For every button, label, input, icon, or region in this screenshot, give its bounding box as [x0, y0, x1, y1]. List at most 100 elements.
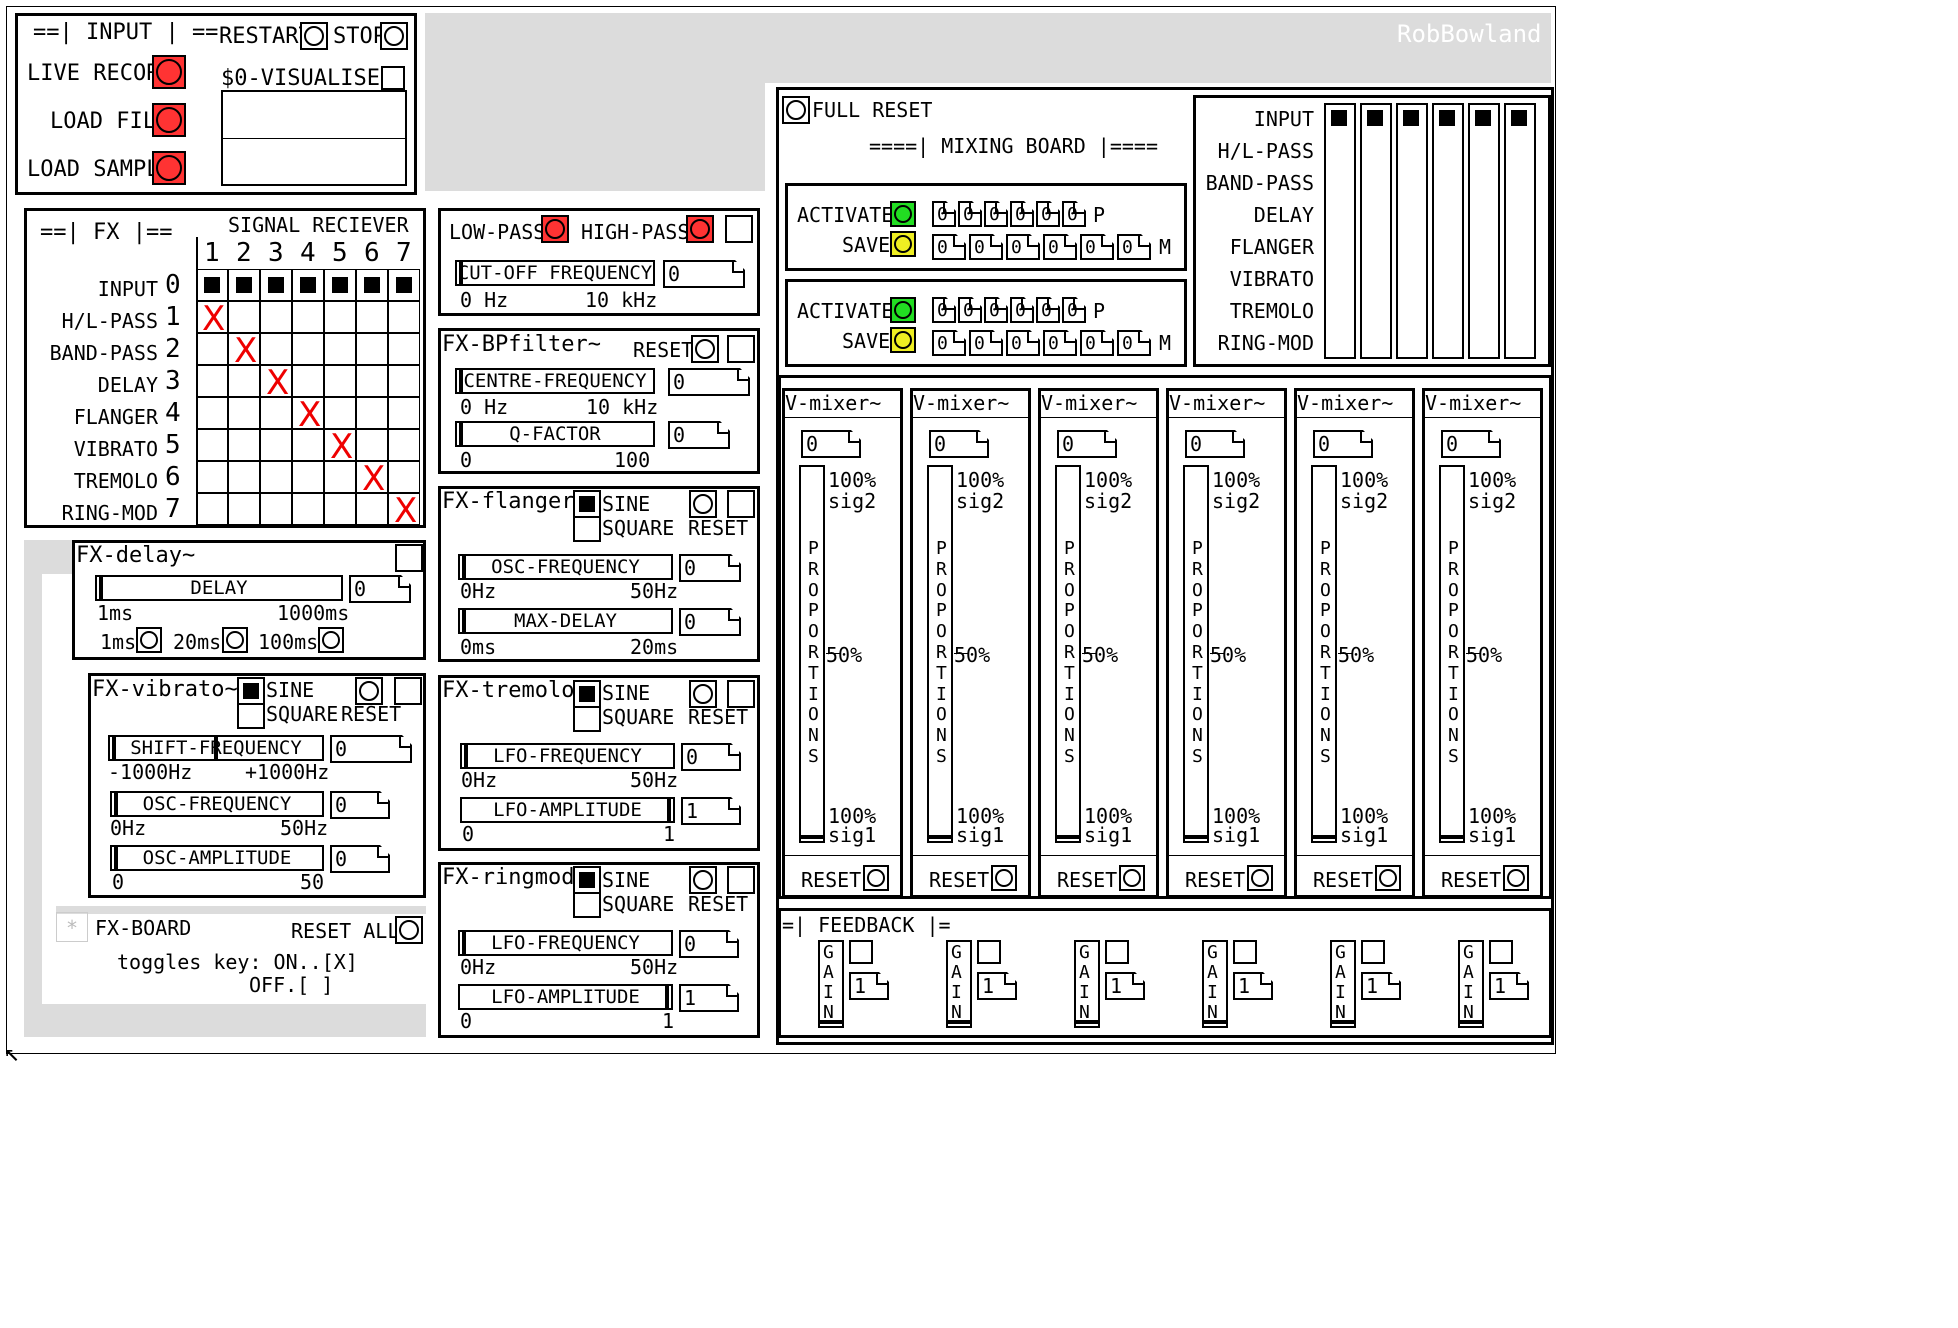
stop-button[interactable] [380, 22, 408, 50]
vibrato-wave-radio[interactable] [237, 677, 265, 729]
delay-preset-1-button[interactable] [136, 627, 162, 653]
vibrato-osc-f-number[interactable]: 0 [330, 791, 390, 819]
v-mixer-reset-button[interactable] [991, 865, 1017, 891]
routing-column[interactable] [1504, 103, 1536, 359]
feedback-toggle[interactable] [1489, 940, 1513, 964]
centre-frequency-slider[interactable]: CENTRE-FREQUENCY [455, 368, 655, 394]
delay-number[interactable]: 0 [349, 575, 411, 603]
feedback-toggle[interactable] [977, 940, 1001, 964]
cutoff-number[interactable]: 0 [663, 260, 745, 288]
q-factor-slider[interactable]: Q-FACTOR [455, 421, 655, 447]
restart-button[interactable] [300, 22, 328, 50]
cutoff-slider[interactable]: CUT-OFF FREQUENCY [455, 260, 655, 286]
flanger-delay-slider[interactable]: MAX-DELAY [458, 608, 673, 634]
feedback-toggle[interactable] [849, 940, 873, 964]
tremolo-lfo-amplitude-slider[interactable]: LFO-AMPLITUDE [460, 797, 675, 823]
proportions-letter: O [1320, 579, 1331, 601]
routing-column[interactable] [1468, 103, 1500, 359]
vibrato-osc-amplitude-slider[interactable]: OSC-AMPLITUDE [110, 845, 324, 871]
tremolo-lfo-f-number[interactable]: 0 [681, 743, 741, 771]
v-mixer-number[interactable]: 0 [929, 430, 989, 458]
delay-slider[interactable]: DELAY [95, 575, 343, 601]
ringmod-reset-button[interactable] [689, 866, 717, 894]
top-sig-label: sig2 [956, 489, 1005, 513]
tremolo-lfo-a-number[interactable]: 1 [681, 797, 741, 825]
ringmod-lfo-f-number[interactable]: 0 [679, 930, 739, 958]
live-record-button[interactable] [152, 55, 186, 89]
proportions-letter: S [1320, 746, 1331, 767]
v-mixer-number[interactable]: 0 [801, 430, 861, 458]
v-mixer-reset-button[interactable] [1503, 865, 1529, 891]
flanger-reset-button[interactable] [689, 490, 717, 518]
reset-all-button[interactable] [395, 916, 423, 944]
save-button[interactable] [890, 231, 916, 257]
save-button[interactable] [890, 327, 916, 353]
vibrato-osc-a-number[interactable]: 0 [330, 845, 390, 873]
low-pass-button[interactable] [541, 215, 569, 243]
v-mixer-footer-line [1425, 855, 1540, 856]
flanger-toggle[interactable] [727, 490, 755, 518]
proportions-letter: O [1192, 621, 1203, 643]
routing-column[interactable] [1396, 103, 1428, 359]
tremolo-wave-radio[interactable] [573, 680, 601, 732]
feedback-number[interactable]: 1 [977, 972, 1017, 1000]
feedback-number[interactable]: 1 [1489, 972, 1529, 1000]
pass-toggle[interactable] [725, 215, 753, 243]
feedback-number[interactable]: 1 [1105, 972, 1145, 1000]
vibrato-osc-frequency-slider[interactable]: OSC-FREQUENCY [110, 791, 324, 817]
v-mixer-reset-button[interactable] [863, 865, 889, 891]
visualiser-toggle[interactable] [381, 66, 405, 90]
feedback-number[interactable]: 1 [1233, 972, 1273, 1000]
activate-button[interactable] [890, 201, 916, 227]
tremolo-reset-button[interactable] [689, 680, 717, 708]
feedback-number[interactable]: 1 [849, 972, 889, 1000]
bp-toggle[interactable] [727, 335, 755, 363]
vibrato-toggle[interactable] [394, 677, 422, 705]
feedback-toggle[interactable] [1233, 940, 1257, 964]
routing-column[interactable] [1324, 103, 1356, 359]
v-mixer-number[interactable]: 0 [1313, 430, 1373, 458]
shift-number[interactable]: 0 [330, 735, 412, 763]
ringmod-lfo-amplitude-slider[interactable]: LFO-AMPLITUDE [458, 984, 673, 1010]
v-mixer-reset-button[interactable] [1375, 865, 1401, 891]
v-mixer-reset-button[interactable] [1119, 865, 1145, 891]
v-mixer-reset-button[interactable] [1247, 865, 1273, 891]
feedback-toggle[interactable] [1105, 940, 1129, 964]
bp-reset-button[interactable] [691, 335, 719, 363]
tremolo-square: SQUARE [602, 705, 675, 729]
vibrato-reset-button[interactable] [355, 677, 383, 705]
mid-tick [954, 653, 968, 654]
feedback-toggle[interactable] [1361, 940, 1385, 964]
ringmod-wave-radio[interactable] [573, 866, 601, 918]
high-pass-button[interactable] [686, 215, 714, 243]
routing-column[interactable] [1360, 103, 1392, 359]
delay-preset-3-button[interactable] [318, 627, 344, 653]
flanger-osc-number[interactable]: 0 [679, 554, 741, 582]
centre-number[interactable]: 0 [668, 368, 750, 396]
flanger-delay-number[interactable]: 0 [679, 608, 741, 636]
ringmod-toggle[interactable] [727, 866, 755, 894]
flanger-osc-min: 0Hz [460, 579, 497, 603]
delay-toggle[interactable] [395, 544, 423, 572]
matrix-row-label: DELAY [97, 373, 158, 397]
proportions-letter: P [1064, 538, 1075, 559]
v-mixer-number[interactable]: 0 [1441, 430, 1501, 458]
delay-preset-2-button[interactable] [222, 627, 248, 653]
routing-column[interactable] [1432, 103, 1464, 359]
tremolo-toggle[interactable] [727, 680, 755, 708]
tremolo-lfo-frequency-slider[interactable]: LFO-FREQUENCY [460, 743, 675, 769]
proportions-letter: P [936, 538, 947, 559]
load-sample-button[interactable] [152, 151, 186, 185]
q-number[interactable]: 0 [668, 421, 730, 449]
flanger-osc-slider[interactable]: OSC-FREQUENCY [458, 554, 673, 580]
visualiser-label: $0-VISUALISER [221, 66, 394, 91]
load-file-button[interactable] [152, 103, 186, 137]
feedback-number[interactable]: 1 [1361, 972, 1401, 1000]
v-mixer-number[interactable]: 0 [1057, 430, 1117, 458]
ringmod-lfo-frequency-slider[interactable]: LFO-FREQUENCY [458, 930, 673, 956]
flanger-wave-radio[interactable] [573, 490, 601, 542]
ringmod-lfo-a-number[interactable]: 1 [679, 984, 739, 1012]
v-mixer-number[interactable]: 0 [1185, 430, 1245, 458]
full-reset-button[interactable] [782, 96, 810, 124]
activate-button[interactable] [890, 297, 916, 323]
